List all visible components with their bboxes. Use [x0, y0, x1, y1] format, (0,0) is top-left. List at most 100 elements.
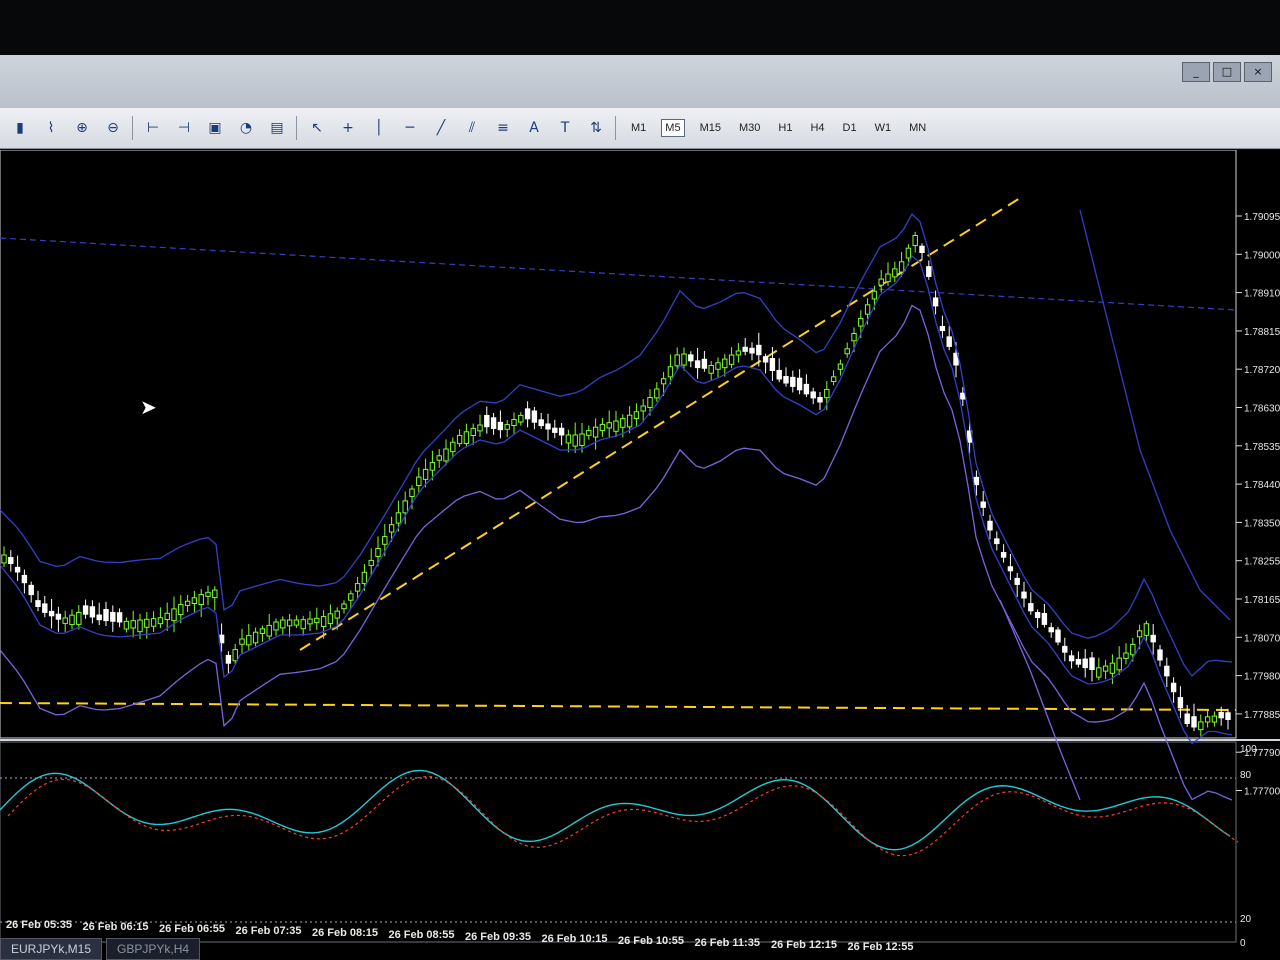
bear-candle	[524, 408, 531, 420]
chart-bars-icon[interactable]: ▮	[9, 117, 31, 139]
bull-candle	[1116, 657, 1122, 671]
timeframe-h1-button[interactable]: H1	[775, 120, 795, 136]
bull-candle	[164, 612, 170, 620]
bear-candle	[35, 600, 41, 608]
crosshair-icon[interactable]: +	[337, 117, 359, 139]
bear-candle	[1089, 657, 1095, 670]
trend-line	[299, 197, 1021, 651]
bull-candle	[123, 620, 130, 630]
toolbar-separator	[132, 116, 133, 140]
bear-candle	[558, 427, 565, 436]
autoscroll-icon[interactable]: ⊢	[142, 117, 164, 139]
bull-candle	[824, 388, 830, 399]
text-icon[interactable]: A	[523, 117, 545, 139]
bull-candle	[885, 273, 891, 283]
bear-candle	[538, 419, 544, 427]
tab-gbpjpy[interactable]: GBPJPYk,H4	[106, 938, 201, 960]
bull-candle	[858, 317, 864, 327]
timeframe-m1-button[interactable]: M1	[628, 120, 649, 136]
timeframe-mn-button[interactable]: MN	[906, 120, 929, 136]
bull-candle	[1102, 665, 1109, 672]
horizontal-line-icon[interactable]: ─	[399, 117, 421, 139]
templates-icon[interactable]: ▤	[266, 117, 288, 139]
bear-candle	[1150, 634, 1156, 643]
oscillator-tick-label: 80	[1240, 770, 1252, 781]
bull-candle	[69, 614, 75, 626]
close-button[interactable]: ×	[1244, 62, 1272, 82]
price-tick-label: 1.78720	[1244, 365, 1280, 376]
bear-candle	[48, 610, 55, 617]
price-chart[interactable]: 1.79095 1.79000 1.78910 1.78815 1.78720 1.786…	[0, 150, 1280, 960]
cursor-icon[interactable]: ↖	[306, 117, 328, 139]
bull-candle	[599, 423, 606, 432]
bull-candle	[878, 278, 884, 286]
bull-candle	[314, 617, 320, 623]
zoom-out-icon[interactable]: ⊖	[102, 117, 124, 139]
bear-candle	[769, 358, 776, 371]
periods-icon[interactable]: ◔	[235, 117, 257, 139]
timeframe-m5-button[interactable]: M5	[661, 119, 685, 137]
bear-candle	[810, 391, 816, 399]
bear-candle	[1177, 697, 1184, 709]
bull-candle	[327, 613, 334, 625]
bear-candle	[946, 336, 952, 347]
timeframe-m15-button[interactable]: M15	[697, 120, 724, 136]
middle-band	[0, 254, 1233, 745]
bull-candle	[851, 333, 857, 342]
price-tick-label: 1.78535	[1244, 442, 1280, 453]
price-tick-label: 1.79095	[1244, 212, 1280, 223]
bull-candle	[660, 378, 667, 385]
equidistant-channel-icon[interactable]: ⫽	[461, 117, 483, 139]
tab-eurjpy[interactable]: EURJPYk,M15	[0, 938, 103, 960]
maximize-button[interactable]: □	[1213, 62, 1241, 82]
indicators-icon[interactable]: ▣	[204, 117, 226, 139]
time-tick-label: 26 Feb 09:35	[465, 931, 531, 943]
price-tick-label: 1.77980	[1244, 672, 1280, 683]
bear-candle	[110, 611, 116, 622]
timeframe-m30-button[interactable]: M30	[736, 120, 763, 136]
timeframe-w1-button[interactable]: W1	[872, 120, 895, 136]
bear-candle	[55, 613, 62, 620]
price-tick-label: 1.78440	[1244, 480, 1280, 491]
bull-candle	[674, 354, 680, 367]
text-label-icon[interactable]: T	[554, 117, 576, 139]
bull-candle	[681, 353, 687, 366]
bull-candle	[830, 376, 837, 383]
minimize-button[interactable]: _	[1182, 62, 1210, 82]
upper-band	[0, 212, 1233, 677]
bull-candle	[307, 618, 313, 625]
price-tick-label: 1.78165	[1244, 595, 1280, 606]
bull-candle	[606, 422, 612, 429]
bear-candle	[987, 520, 993, 531]
bull-candle	[422, 468, 429, 480]
bull-candle	[647, 397, 653, 408]
chart-area[interactable]: 1.79095 1.79000 1.78910 1.78815 1.78720 1.786…	[0, 150, 1280, 960]
bear-candle	[932, 297, 939, 307]
zoom-in-icon[interactable]: ⊕	[71, 117, 93, 139]
bear-candle	[919, 245, 925, 254]
bull-candle	[341, 603, 347, 610]
bull-candle	[191, 597, 198, 605]
bull-candle	[429, 462, 436, 471]
bull-candle	[518, 414, 524, 423]
chart-line-icon[interactable]: ⌇	[40, 117, 62, 139]
bull-candle	[565, 434, 572, 444]
main-toolbar: ▮ ⌇ ⊕ ⊖ ⊢ ⊣ ▣ ◔ ▤ ↖ + │ ─ ╱ ⫽ ≡ A T ⇅ M1 M5 M15 M30 H1 H4 D1 W1 MN	[0, 108, 1280, 149]
monitor-bezel	[0, 0, 1280, 60]
bull-candle	[416, 476, 422, 487]
timeframe-h4-button[interactable]: H4	[807, 120, 827, 136]
arrows-icon[interactable]: ⇅	[585, 117, 607, 139]
bear-candle	[531, 410, 538, 423]
timeframe-d1-button[interactable]: D1	[840, 120, 860, 136]
bear-candle	[796, 377, 803, 391]
bear-candle	[484, 414, 490, 428]
price-tick-label: 1.78630	[1244, 404, 1280, 415]
bull-candle	[715, 362, 721, 370]
bull-candle	[898, 261, 905, 273]
fibonacci-icon[interactable]: ≡	[492, 117, 514, 139]
shift-icon[interactable]: ⊣	[173, 117, 195, 139]
bear-candle	[783, 376, 789, 384]
oscillator-tick-label: 20	[1240, 914, 1252, 925]
vertical-line-icon[interactable]: │	[368, 117, 390, 139]
trend-line-icon[interactable]: ╱	[430, 117, 452, 139]
